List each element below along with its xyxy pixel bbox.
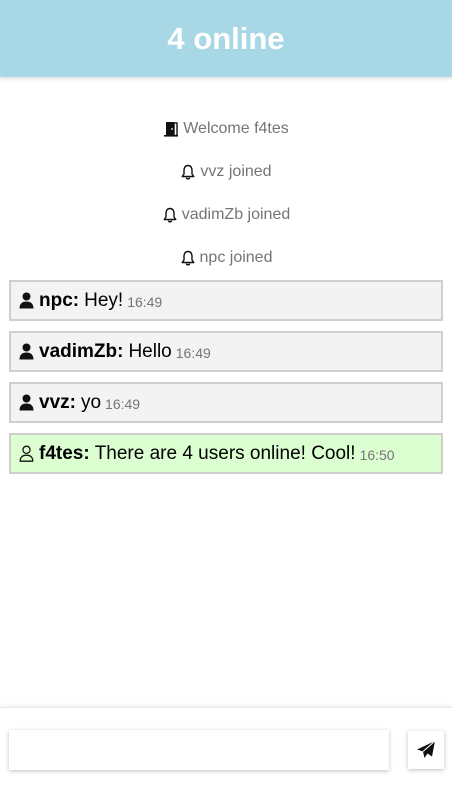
- user-outline-icon: [19, 445, 34, 462]
- bell-icon: [180, 250, 196, 266]
- notice-text: npc joined: [199, 248, 273, 266]
- chat-message: vvz: yo 16:49: [9, 382, 443, 423]
- own-chat-message: f4tes: There are 4 users online! Cool! 1…: [9, 433, 443, 474]
- system-notice: vvz joined: [0, 150, 452, 193]
- chat-header: 4 online: [0, 0, 452, 77]
- message-text: There are 4 users online! Cool!: [94, 442, 356, 464]
- message-author: vvz:: [39, 391, 76, 413]
- message-composer: [0, 707, 452, 786]
- send-button[interactable]: [408, 731, 444, 769]
- message-time: 16:49: [105, 396, 141, 412]
- user-icon: [19, 292, 34, 309]
- bell-icon: [162, 207, 178, 223]
- message-time: 16:49: [127, 294, 163, 310]
- notice-text: vvz joined: [200, 162, 272, 180]
- bell-icon: [180, 164, 196, 180]
- message-text: Hey!: [84, 289, 124, 311]
- message-list[interactable]: npc: Hey! 16:49 vadimZb: Hello 16:49 vvz…: [9, 280, 443, 484]
- message-author: vadimZb:: [39, 340, 124, 362]
- send-icon: [416, 740, 436, 760]
- system-notice: vadimZb joined: [0, 193, 452, 236]
- door-icon: [163, 121, 179, 137]
- chat-message: npc: Hey! 16:49: [9, 280, 443, 321]
- message-author: f4tes:: [39, 442, 90, 464]
- message-time: 16:50: [359, 447, 395, 463]
- message-time: 16:49: [175, 345, 211, 361]
- message-text: Hello: [128, 340, 172, 362]
- chat-message: vadimZb: Hello 16:49: [9, 331, 443, 372]
- notice-text: Welcome f4tes: [183, 119, 289, 137]
- system-notice: Welcome f4tes: [0, 107, 452, 150]
- notice-text: vadimZb joined: [181, 205, 291, 223]
- online-count-title: 4 online: [167, 20, 285, 56]
- user-icon: [19, 343, 34, 360]
- user-icon: [19, 394, 34, 411]
- message-author: npc:: [39, 289, 80, 311]
- system-notice: npc joined: [0, 236, 452, 279]
- system-notices: Welcome f4tes vvz joined vadimZb joined …: [0, 107, 452, 279]
- message-input[interactable]: [9, 730, 389, 770]
- message-text: yo: [80, 391, 102, 413]
